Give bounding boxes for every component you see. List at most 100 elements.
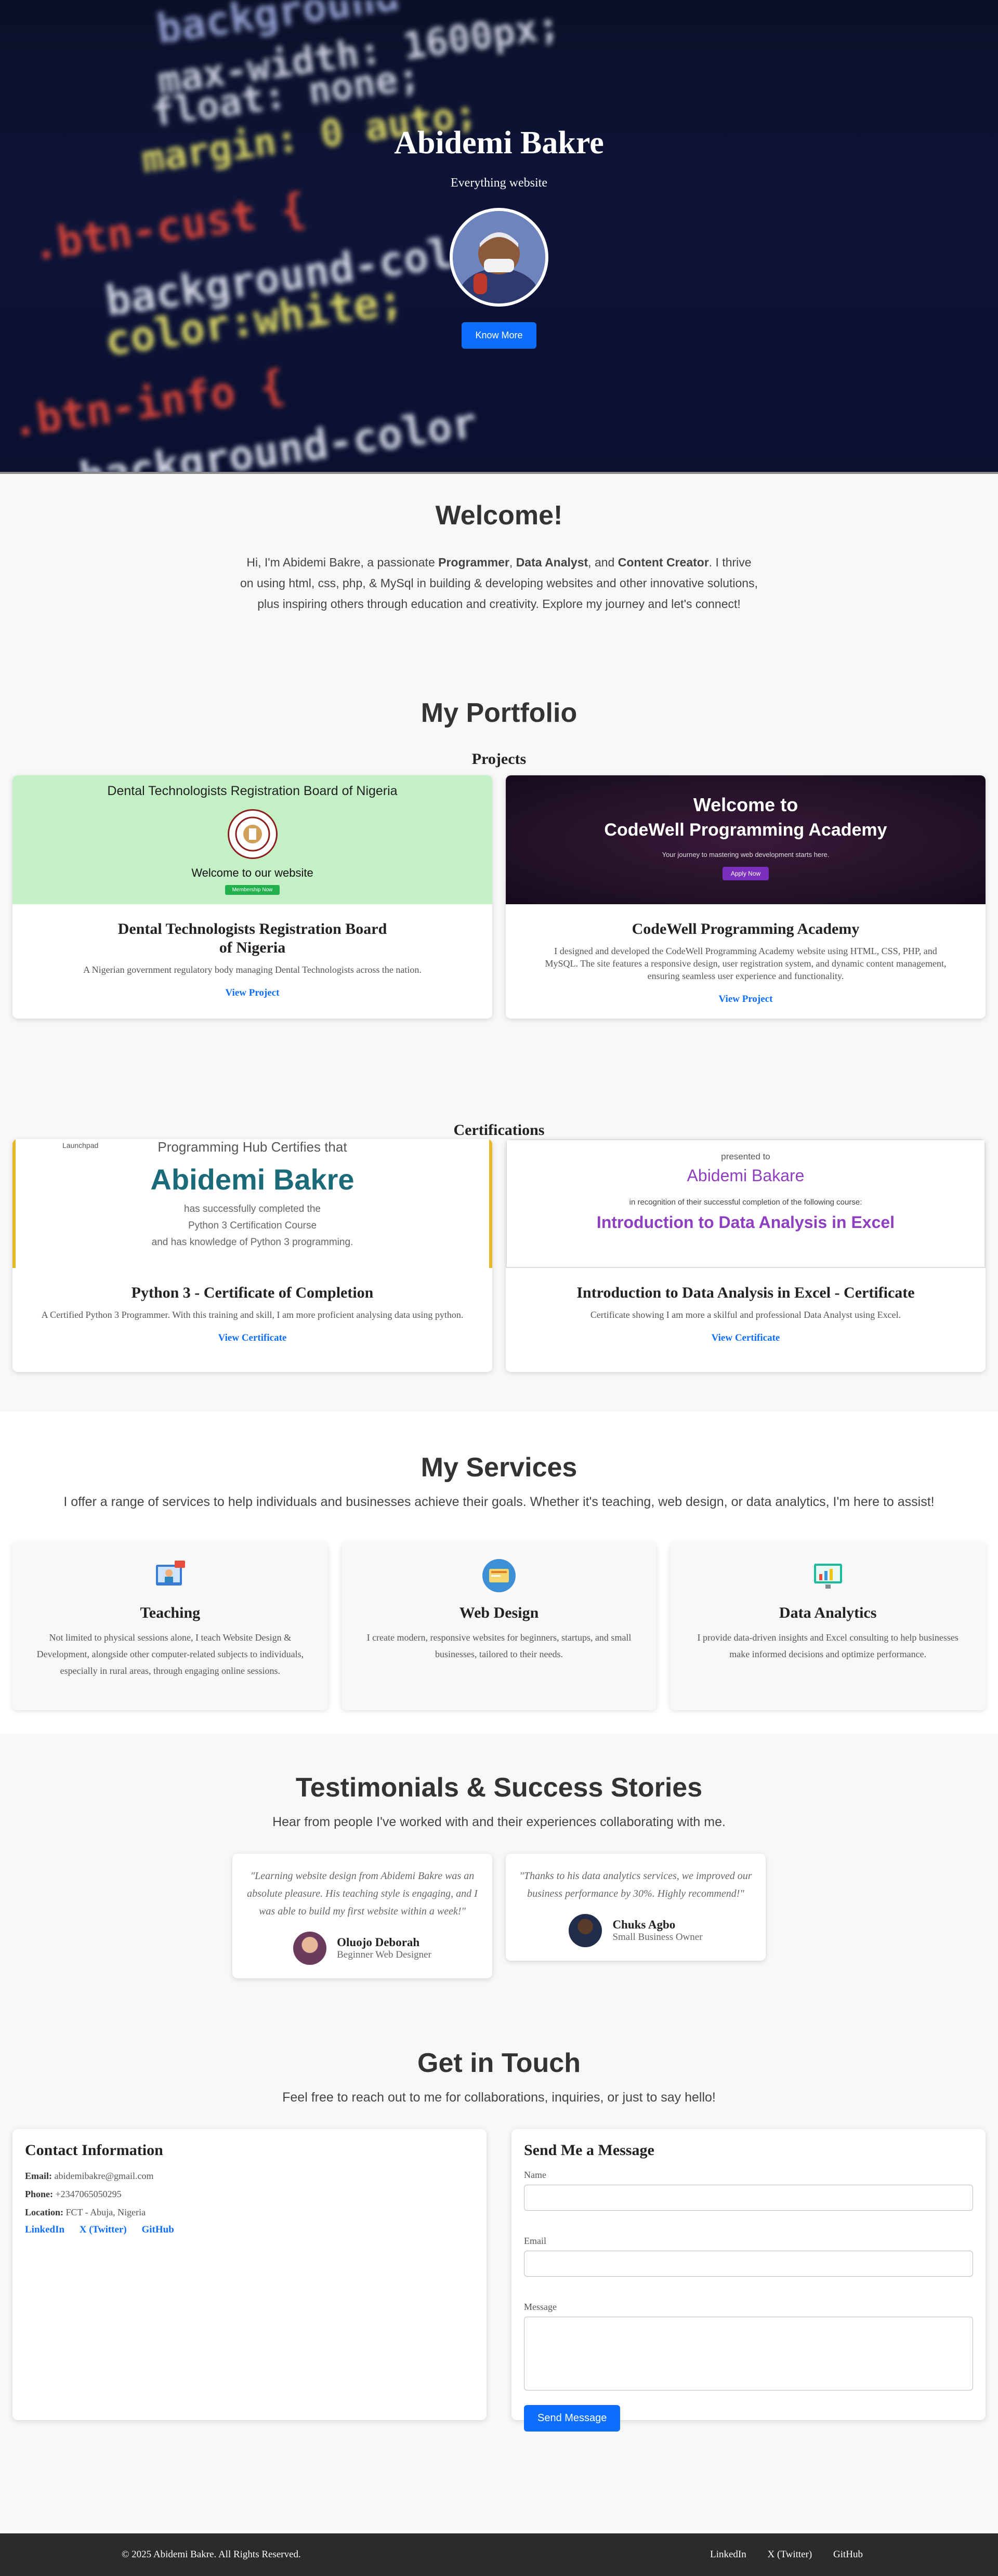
email-label: Email	[524, 2236, 546, 2246]
cert-line: has successfully completed the	[184, 1204, 321, 1214]
service-card: Web Design I create modern, responsive w…	[341, 1542, 657, 1710]
cert-line: in recognition of their successful compl…	[629, 1198, 862, 1207]
welcome-text: Hi, I'm Abidemi Bakre, a passionate Prog…	[240, 556, 758, 611]
footer-linkedin-link[interactable]: LinkedIn	[710, 2549, 746, 2560]
github-link[interactable]: GitHub	[141, 2224, 174, 2235]
view-project-link[interactable]: View Project	[226, 987, 280, 1019]
cert-name: Abidemi Bakare	[687, 1166, 805, 1185]
testimonial-quote: "Thanks to his data analytics services, …	[519, 1870, 752, 1899]
contact-form-heading: Send Me a Message	[524, 2142, 654, 2159]
testimonial-name: Chuks Agbo	[612, 1918, 676, 1931]
project-description: I designed and developed the CodeWell Pr…	[545, 946, 947, 981]
testimonial-quote: "Learning website design from Abidemi Ba…	[247, 1870, 478, 1917]
testimonials-heading: Testimonials & Success Stories	[295, 1773, 703, 1803]
testimonials-lead: Hear from people I've worked with and th…	[272, 1815, 726, 1829]
linkedin-link[interactable]: LinkedIn	[25, 2224, 64, 2235]
cert-line: Python 3 Certification Course	[188, 1220, 317, 1231]
testimonial-name: Oluojo Deborah	[337, 1936, 420, 1949]
service-card: Data Analytics I provide data-driven ins…	[670, 1542, 986, 1710]
cert-name: Abidemi Bakre	[150, 1163, 354, 1196]
project-thumbnail: Dental Technologists Registration Board …	[12, 775, 492, 904]
site-title: Abidemi Bakre	[394, 125, 604, 161]
twitter-link[interactable]: X (Twitter)	[80, 2224, 127, 2235]
message-label: Message	[524, 2302, 557, 2312]
service-card: Teaching Not limited to physical session…	[12, 1542, 328, 1710]
project-card: Dental Technologists Registration Board …	[12, 775, 492, 1019]
certificate-thumbnail: presented to Abidemi Bakare in recogniti…	[506, 1139, 986, 1268]
site-tagline: Everything website	[451, 176, 547, 190]
thumb-subtitle: CodeWell Programming Academy	[604, 820, 887, 840]
portfolio-section: My Portfolio Projects Dental Technologis…	[0, 697, 998, 1411]
project-thumbnail: Welcome to CodeWell Programming Academy …	[506, 775, 986, 904]
certificate-title: Introduction to Data Analysis in Excel -…	[576, 1284, 915, 1301]
testimonial-role: Beginner Web Designer	[337, 1949, 431, 1960]
footer: © 2025 Abidemi Bakre. All Rights Reserve…	[0, 2533, 998, 2576]
thumb-subtitle: Welcome to our website	[191, 866, 313, 879]
know-more-button[interactable]: Know More	[462, 322, 536, 349]
project-card: Welcome to CodeWell Programming Academy …	[506, 775, 986, 1019]
service-description: I create modern, responsive websites for…	[366, 1632, 632, 1659]
certificate-description: A Certified Python 3 Programmer. With th…	[41, 1310, 464, 1320]
service-description: I provide data-driven insights and Excel…	[697, 1632, 958, 1659]
cert-logo: Launchpad	[62, 1141, 99, 1150]
thumb-small: Your journey to mastering web developmen…	[662, 851, 830, 858]
certificate-title: Python 3 - Certificate of Completion	[131, 1284, 374, 1301]
footer-twitter-link[interactable]: X (Twitter)	[768, 2549, 812, 2560]
hero-section: background max-width: 1600px; float: non…	[0, 0, 998, 474]
welcome-heading: Welcome!	[435, 500, 563, 531]
welcome-section: Welcome! Hi, I'm Abidemi Bakre, a passio…	[0, 474, 998, 697]
cert-line: presented to	[721, 1152, 770, 1161]
services-section: My Services I offer a range of services …	[0, 1411, 998, 1734]
services-heading: My Services	[421, 1452, 577, 1483]
contact-section: Get in Touch Feel free to reach out to m…	[0, 2012, 998, 2533]
footer-github-link[interactable]: GitHub	[833, 2549, 863, 2560]
service-title: Teaching	[140, 1604, 201, 1621]
project-title: CodeWell Programming Academy	[632, 920, 860, 937]
contact-info-card: Contact Information Email: abidemibakre@…	[12, 2129, 487, 2420]
view-certificate-link[interactable]: View Certificate	[218, 1332, 287, 1364]
thumb-button: Membership Now	[225, 885, 280, 895]
data-analytics-icon	[810, 1557, 846, 1594]
user-avatar	[569, 1914, 602, 1947]
certificate-card: Launchpad Programming Hub Certifies that…	[12, 1139, 492, 1372]
testimonial-card: "Learning website design from Abidemi Ba…	[232, 1854, 492, 1978]
certificate-description: Certificate showing I am more a skilful …	[590, 1310, 901, 1320]
view-certificate-link[interactable]: View Certificate	[712, 1332, 780, 1364]
send-message-button[interactable]: Send Message	[524, 2405, 621, 2432]
seal-logo	[227, 809, 278, 859]
name-input[interactable]	[524, 2185, 973, 2211]
user-avatar	[293, 1932, 327, 1965]
service-description: Not limited to physical sessions alone, …	[36, 1632, 304, 1676]
testimonial-role: Small Business Owner	[612, 1932, 703, 1943]
services-lead: I offer a range of services to help indi…	[63, 1495, 935, 1509]
cert-line: and has knowledge of Python 3 programmin…	[151, 1237, 353, 1248]
web-design-icon	[481, 1557, 517, 1594]
project-description: A Nigerian government regulatory body ma…	[83, 965, 422, 975]
thumb-title: Dental Technologists Registration Board …	[107, 784, 398, 798]
contact-lead: Feel free to reach out to me for collabo…	[282, 2090, 716, 2105]
service-title: Web Design	[459, 1604, 539, 1621]
footer-copyright: © 2025 Abidemi Bakre. All Rights Reserve…	[122, 2549, 301, 2560]
email-input[interactable]	[524, 2251, 973, 2277]
cert-course: Introduction to Data Analysis in Excel	[596, 1213, 895, 1232]
profile-avatar	[450, 208, 548, 307]
certificate-card: presented to Abidemi Bakare in recogniti…	[506, 1139, 986, 1372]
contact-form-card: Send Me a Message Name Email Message Sen…	[511, 2129, 986, 2432]
contact-info-heading: Contact Information	[25, 2142, 163, 2159]
contact-phone: Phone: +2347065050295	[25, 2189, 122, 2199]
testimonial-card: "Thanks to his data analytics services, …	[506, 1854, 766, 1961]
contact-location: Location: FCT - Abuja, Nigeria	[25, 2207, 146, 2217]
thumb-title: Welcome to	[693, 794, 798, 815]
projects-heading: Projects	[471, 750, 527, 768]
contact-heading: Get in Touch	[417, 2048, 581, 2078]
thumb-button: Apply Now	[722, 867, 769, 880]
contact-email: Email: abidemibakre@gmail.com	[25, 2171, 154, 2181]
teaching-icon	[152, 1557, 188, 1594]
view-project-link[interactable]: View Project	[719, 994, 773, 1019]
service-title: Data Analytics	[779, 1604, 877, 1621]
name-label: Name	[524, 2170, 546, 2180]
message-textarea[interactable]	[524, 2317, 973, 2390]
certificate-thumbnail: Launchpad Programming Hub Certifies that…	[12, 1139, 492, 1268]
portfolio-heading: My Portfolio	[421, 698, 577, 728]
project-title: Dental Technologists Registration Board …	[117, 920, 387, 956]
